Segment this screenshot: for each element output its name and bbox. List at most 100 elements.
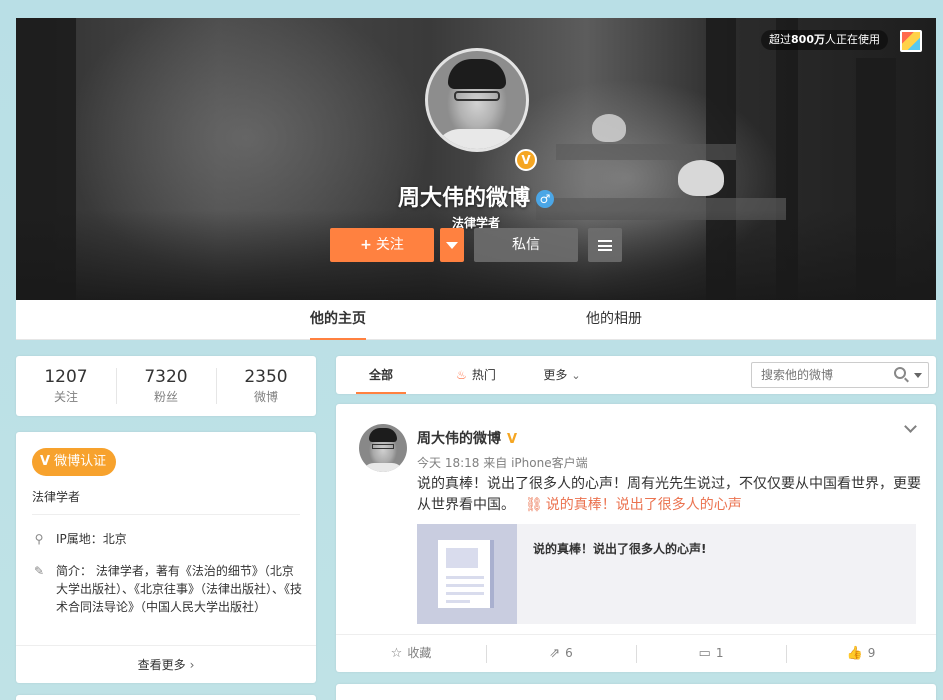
avatar-decoration [434,129,520,149]
intro-text: 简介： 法律学者，著有《法治的细节》（北京大学出版社）、《北京往事》（法律出版社… [56,564,303,614]
post-author-text: 周大伟的微博 [417,431,501,447]
post-actions: ☆ 收藏 ⇗ 6 ▭ 1 👍 9 [336,634,936,672]
divider [32,514,300,515]
link-icon: ⛓ [525,497,543,513]
ip-location-row: ⚲ IP属地：北京 [32,530,302,548]
next-post-partial [336,684,936,700]
avatar-decoration [454,91,500,101]
plus-icon: + [360,237,372,253]
post-text: 说的真棒！说出了很多人的心声！周有光先生说过，不仅仅要从中国看世界，更要从世界看… [417,474,922,516]
link-preview-title: 说的真棒！说出了很多人的心声! [533,542,707,556]
see-more-link[interactable]: 查看更多 › [16,645,316,683]
weibo-verified-tag[interactable]: V 微博认证 [32,448,117,476]
star-icon: ☆ [390,646,403,661]
stat-value: 1207 [44,367,88,387]
flame-icon: ♨ [456,368,467,382]
document-line [446,600,470,603]
users-count-badge: 超过800万人正在使用 [761,30,888,50]
caret-down-icon [446,241,458,249]
skin-palette-icon[interactable] [900,30,922,52]
document-icon [438,540,494,608]
filter-tab-more[interactable]: 更多 ⌄ [532,356,592,394]
stat-label: 关注 [53,390,78,404]
verified-badge-icon: V [515,149,537,171]
avatar-decoration [448,59,506,89]
favorite-button[interactable]: ☆ 收藏 [336,635,486,672]
verified-v-icon: V [40,454,51,469]
profile-name-text: 周大伟的微博 [397,186,530,211]
post-time[interactable]: 今天 18:18 [417,456,479,470]
stat-following[interactable]: 1207 关注 [16,356,116,416]
cover-decoration [592,114,626,142]
post-link[interactable]: ⛓ 说的真棒！说出了很多人的心声 [525,497,742,513]
profile-tabbar: 他的主页 他的相册 [16,300,936,340]
post-search-input[interactable] [752,363,882,387]
stats-card: 1207 关注 7320 粉丝 2350 微博 [16,356,316,416]
post-search-box [751,362,929,388]
users-badge-count: 800万 [791,33,825,46]
post-source-prefix: 来自 [483,456,508,470]
stat-posts[interactable]: 2350 微博 [216,356,316,416]
like-count: 9 [867,646,876,660]
article-thumbnail [417,524,517,624]
comment-count: 1 [715,646,724,660]
avatar-decoration [369,428,397,442]
chevron-right-icon: › [189,658,195,672]
stat-value: 2350 [244,367,288,387]
avatar-decoration [372,444,394,449]
search-icon[interactable] [894,367,906,379]
menu-icon [598,239,612,251]
intro-row: ✎ 简介： 法律学者，著有《法治的细节》（北京大学出版社）、《北京往事》（法律出… [32,562,302,616]
follow-button[interactable]: + 关注 [330,228,434,262]
profile-avatar[interactable] [425,48,529,152]
document-line [446,592,484,595]
filter-tab-all[interactable]: 全部 [356,356,406,394]
post-link-text: 说的真棒！说出了很多人的心声 [545,497,742,513]
comment-icon: ▭ [698,646,711,661]
follow-dropdown-button[interactable] [440,228,464,262]
search-dropdown-icon[interactable] [914,373,922,378]
profile-info-card: V 微博认证 法律学者 ⚲ IP属地：北京 ✎ 简介： 法律学者，著有《法治的细节… [16,432,316,683]
stat-value: 7320 [144,367,188,387]
feed-filter-bar: 全部 ♨ 热门 更多 ⌄ [336,356,936,394]
post-options-chevron-icon[interactable] [904,422,918,436]
repost-count: 6 [565,646,573,660]
verified-v-icon: V [507,432,518,447]
see-more-label: 查看更多 [137,658,186,672]
document-line [446,576,484,579]
verify-tag-label: 微博认证 [54,454,107,469]
repost-button[interactable]: ⇗ 6 [486,635,636,672]
post-author-name[interactable]: 周大伟的微博 V [417,428,517,448]
post-source[interactable]: iPhone客户端 [511,456,588,470]
filter-tab-hot[interactable]: ♨ 热门 [446,356,506,394]
ip-location-text: IP属地：北京 [56,532,127,546]
male-gender-icon: ♂ [536,190,554,208]
stat-label: 微博 [253,390,278,404]
post-author-avatar[interactable] [359,424,407,472]
edit-note-icon: ✎ [33,564,45,578]
location-pin-icon: ⚲ [34,532,44,546]
chevron-down-icon: ⌄ [571,369,581,382]
profile-cover: 超过800万人正在使用 V 周大伟的微博 ♂ 法律学者 + 关注 私信 [16,18,936,300]
thumbs-up-icon: 👍 [846,646,863,661]
more-menu-button[interactable] [588,228,622,262]
favorite-label: 收藏 [407,646,432,660]
link-preview-card[interactable]: 说的真棒！说出了很多人的心声! [417,524,916,624]
tab-home[interactable]: 他的主页 [310,300,366,340]
avatar-decoration [362,463,404,472]
stat-followers[interactable]: 7320 粉丝 [116,356,216,416]
tab-album[interactable]: 他的相册 [586,300,642,340]
users-badge-prefix: 超过 [769,33,792,46]
users-badge-suffix: 人正在使用 [825,33,880,46]
document-line [446,584,484,587]
document-image [446,548,478,568]
avatar-image [428,51,526,149]
like-button[interactable]: 👍 9 [786,635,936,672]
follow-label: 关注 [375,237,404,253]
feed-post: 周大伟的微博 V 今天 18:18 来自 iPhone客户端 说的真棒！说出了很多… [336,404,936,672]
profile-name: 周大伟的微博 ♂ [16,180,936,212]
comment-button[interactable]: ▭ 1 [636,635,786,672]
filter-hot-label: 热门 [471,368,496,382]
verify-description: 法律学者 [32,490,81,504]
message-button[interactable]: 私信 [474,228,578,262]
